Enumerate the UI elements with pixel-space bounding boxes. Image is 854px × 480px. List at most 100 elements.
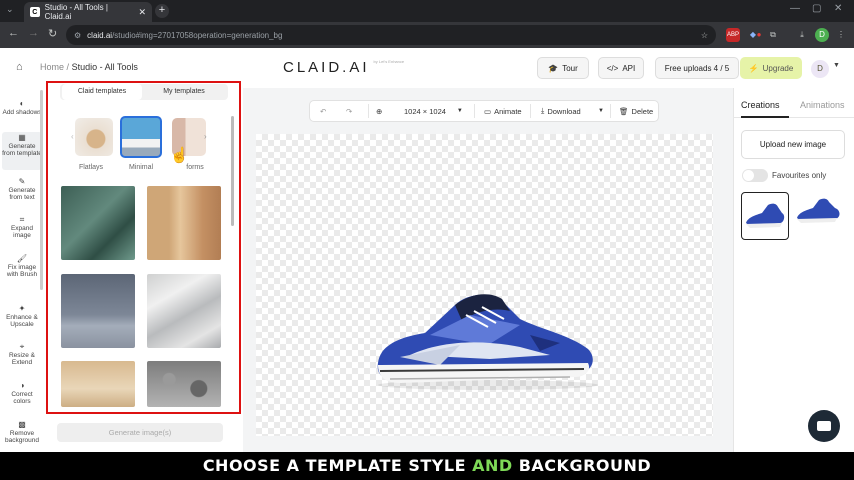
upload-new-image-button[interactable]: Upload new image — [741, 130, 845, 159]
user-avatar[interactable]: D — [811, 60, 829, 78]
browser-tab-bar: ⌄ C Studio - All Tools | Claid.ai ✕ + — … — [0, 0, 854, 22]
size-label: 1024 × 1024 — [404, 106, 446, 116]
size-dropdown[interactable]: 1024 × 1024 ▼ — [404, 101, 463, 121]
tool-label: Fix image with Brush — [6, 263, 38, 279]
tab-menu-icon[interactable]: ⌄ — [6, 4, 14, 15]
colors-icon: ◑ — [19, 381, 25, 390]
graduation-cap-icon: 🎓 — [548, 63, 559, 73]
new-tab-icon[interactable]: + — [155, 4, 169, 18]
site-info-icon[interactable]: ⚙ — [74, 31, 81, 40]
generate-images-button[interactable]: Generate image(s) — [57, 423, 223, 442]
upgrade-button[interactable]: ⚡ Upgrade — [740, 57, 802, 79]
browser-menu-icon[interactable]: ⋮ — [834, 28, 848, 42]
tool-generate-from-template[interactable]: ▦ Generate from template — [2, 132, 42, 170]
sidebar-scrollbar[interactable] — [40, 90, 43, 290]
delete-label: Delete — [631, 106, 654, 116]
tool-label: Remove background — [5, 429, 39, 445]
tool-label: Correct colors — [11, 390, 33, 406]
profile-avatar-icon[interactable]: D — [815, 28, 829, 42]
extensions-puzzle-icon[interactable]: ⧉ — [766, 28, 780, 42]
forward-icon[interactable]: → — [28, 27, 39, 39]
canvas-toolbar: ↶ ↷ ⊕ 1024 × 1024 ▼ ▭ Animate ⤓ Download ▼ … — [309, 100, 659, 122]
caption-highlight: AND — [472, 456, 513, 475]
minimize-icon[interactable]: — — [790, 3, 800, 14]
tool-enhance-upscale[interactable]: ✦ Enhance & Upscale — [2, 303, 42, 329]
back-icon[interactable]: ← — [8, 27, 19, 39]
browser-tab[interactable]: C Studio - All Tools | Claid.ai ✕ — [24, 2, 152, 22]
undo-icon[interactable]: ↶ — [320, 101, 326, 121]
breadcrumb: Home / Studio - All Tools — [40, 62, 138, 72]
sparkle-icon: ✦ — [18, 304, 26, 313]
history-thumb[interactable] — [795, 192, 843, 240]
lightning-icon: ⚡ — [748, 63, 759, 73]
logo-subtitle: by Let's Enhance — [373, 59, 405, 64]
brush-icon: 🖌 — [16, 254, 28, 263]
favourites-toggle[interactable] — [742, 169, 768, 182]
extension-abp-icon[interactable]: ABP — [726, 28, 740, 42]
active-tab-indicator — [741, 116, 789, 118]
tool-generate-from-text[interactable]: ✎ Generate from text — [2, 176, 42, 202]
tour-label: Tour — [562, 63, 578, 73]
breadcrumb-home[interactable]: Home — [40, 62, 64, 72]
download-label: Download — [547, 106, 581, 116]
claid-favicon-icon: C — [30, 7, 40, 17]
home-icon[interactable]: ⌂ — [16, 61, 23, 73]
tool-label: Expand image — [10, 224, 34, 240]
resize-icon: ⌖ — [19, 342, 25, 351]
maximize-icon[interactable]: ▢ — [812, 3, 821, 14]
pen-icon: ✎ — [18, 177, 26, 186]
tool-label: Add shadows — [2, 108, 42, 116]
toolbar-divider — [530, 104, 531, 118]
bookmark-star-icon[interactable]: ☆ — [701, 31, 708, 40]
url-field[interactable]: ⚙ claid.ai/studio#img=27017058operation=… — [66, 25, 716, 45]
reload-icon[interactable]: ↻ — [48, 27, 57, 40]
trash-icon: 🗑 — [619, 106, 629, 116]
delete-button[interactable]: 🗑 Delete — [619, 101, 653, 121]
api-button[interactable]: </> API — [598, 57, 644, 79]
tool-resize-extend[interactable]: ⌖ Resize & Extend — [2, 341, 42, 367]
url-path: /studio#img=27017058operation=generation… — [112, 30, 283, 40]
animate-button[interactable]: ▭ Animate — [484, 101, 522, 121]
tool-correct-colors[interactable]: ◑ Correct colors — [2, 380, 42, 406]
tool-label: Resize & Extend — [8, 351, 35, 367]
tab-title: Studio - All Tools | Claid.ai — [44, 3, 108, 21]
api-label: API — [622, 63, 636, 73]
zoom-icon[interactable]: ⊕ — [376, 101, 382, 121]
tool-remove-background[interactable]: ▩ Remove background — [2, 419, 42, 445]
close-tab-icon[interactable]: ✕ — [138, 7, 146, 18]
tab-creations[interactable]: Creations — [741, 100, 780, 110]
history-thumb-selected[interactable] — [741, 192, 789, 240]
chat-icon[interactable] — [808, 410, 840, 442]
template-icon: ▦ — [18, 133, 26, 142]
upgrade-label: Upgrade — [762, 63, 794, 73]
tool-label: Generate from text — [8, 186, 36, 202]
toolbar-divider — [610, 104, 611, 118]
breadcrumb-separator: / — [66, 62, 70, 72]
favourites-label: Favourites only — [772, 171, 827, 180]
tour-button[interactable]: 🎓 Tour — [537, 57, 589, 79]
tool-add-shadows[interactable]: ◐ Add shadows — [2, 98, 42, 116]
download-icon[interactable]: ⤓ — [795, 28, 809, 42]
code-icon: </> — [606, 63, 619, 73]
claid-logo[interactable]: CLAID.AI by Let's Enhance — [283, 59, 404, 76]
tool-label: Generate from template — [2, 142, 42, 158]
chevron-down-icon[interactable]: ▼ — [833, 62, 840, 69]
caption-part1: CHOOSE A TEMPLATE STYLE — [202, 456, 473, 475]
tool-expand-image[interactable]: ⌗ Expand image — [2, 214, 42, 240]
animate-label: Animate — [494, 106, 522, 116]
page-title: Studio - All Tools — [71, 62, 138, 72]
download-caret-icon[interactable]: ▼ — [598, 101, 604, 121]
toolbar-divider — [474, 104, 475, 118]
download-button[interactable]: ⤓ Download — [541, 101, 581, 121]
tab-animations[interactable]: Animations — [800, 100, 845, 110]
url-host: claid.ai — [87, 30, 113, 40]
close-window-icon[interactable]: ✕ — [834, 3, 842, 14]
caption-part3: BACKGROUND — [512, 456, 652, 475]
video-caption: CHOOSE A TEMPLATE STYLE AND BACKGROUND — [0, 452, 854, 480]
sneaker-thumb — [797, 198, 840, 223]
uploads-label: Free uploads 4 / 5 — [664, 63, 730, 73]
extension-record-icon[interactable]: ● — [752, 28, 766, 42]
tool-fix-image-brush[interactable]: 🖌 Fix image with Brush — [2, 253, 42, 279]
sneaker-image — [377, 294, 598, 390]
redo-icon[interactable]: ↷ — [346, 101, 352, 121]
